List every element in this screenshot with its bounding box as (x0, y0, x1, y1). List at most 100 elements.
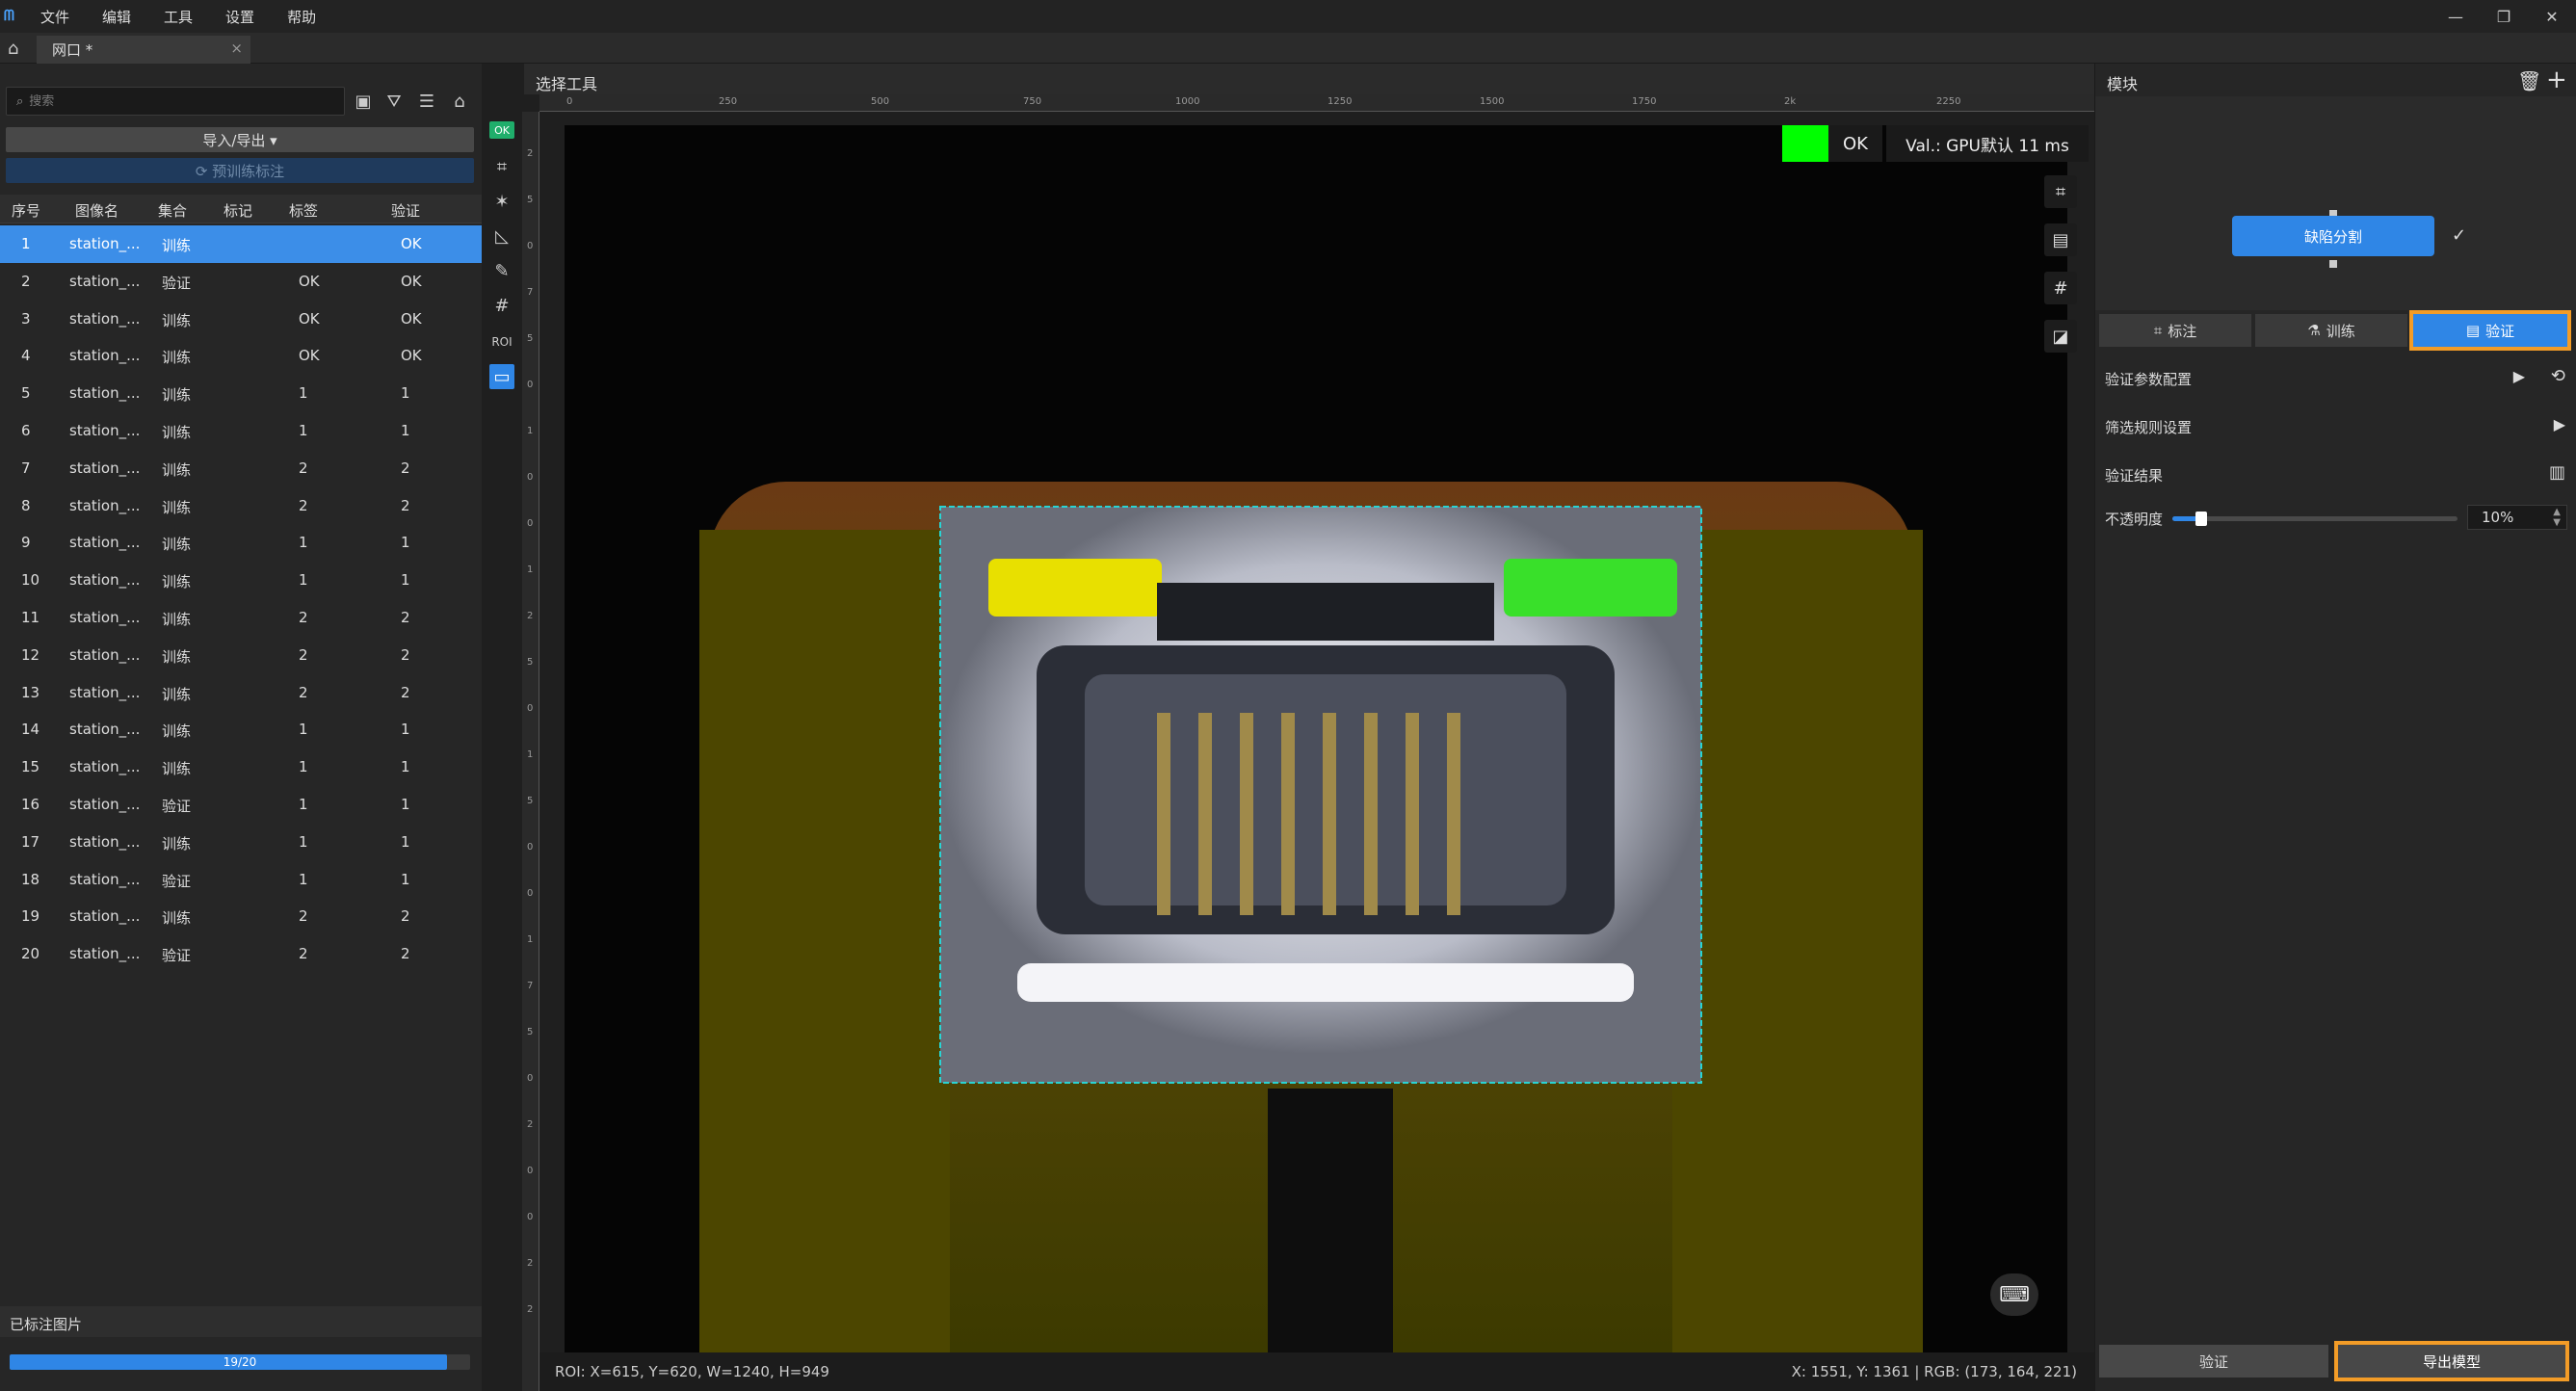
menu-edit[interactable]: 编辑 (102, 7, 131, 27)
module-node-defect-segmentation[interactable]: 缺陷分割 (2232, 216, 2434, 256)
expand-arrow-icon[interactable]: ▶ (2513, 367, 2525, 385)
row-verify: 2 (401, 608, 410, 626)
roi-tool-icon[interactable]: ROI (489, 329, 514, 354)
magic-wand-icon[interactable]: ✶ (489, 189, 514, 214)
chart-icon[interactable]: ▥ (2549, 462, 2565, 483)
ruler-tick-label: 1500 (1480, 96, 1505, 107)
import-export-button[interactable]: 导入/导出 ▾ (6, 127, 474, 152)
list-view-icon[interactable]: ☰ (414, 89, 439, 114)
restore-icon[interactable]: ❐ (2480, 0, 2528, 33)
row-mark: 1 (299, 870, 308, 888)
roi-select-icon[interactable]: ⌗ (2044, 175, 2077, 208)
table-row[interactable]: 6 station_... 训练 1 1 (0, 412, 482, 450)
opacity-slider[interactable] (2172, 512, 2458, 526)
table-row[interactable]: 9 station_... 训练 1 1 (0, 524, 482, 562)
col-mark[interactable]: 标记 (223, 200, 252, 221)
table-row[interactable]: 3 station_... 训练 OK OK (0, 301, 482, 338)
grid-overlay-icon[interactable]: # (2044, 272, 2077, 304)
view-label-icon[interactable]: ▤ (2044, 223, 2077, 256)
table-row[interactable]: 18 station_... 验证 1 1 (0, 861, 482, 899)
folder-icon[interactable]: ⌂ (447, 89, 472, 114)
keyboard-icon[interactable]: ⌨ (1990, 1273, 2038, 1316)
expand-arrow-icon[interactable]: ▶ (2554, 415, 2565, 433)
grid-tool-icon[interactable]: # (489, 293, 514, 318)
module-node-output-port[interactable] (2329, 260, 2337, 268)
table-row[interactable]: 7 station_... 训练 2 2 (0, 450, 482, 487)
polygon-tool-icon[interactable]: ⌗ (489, 154, 514, 179)
tab-annotate[interactable]: ⌗ 标注 (2099, 314, 2251, 347)
tab-close-icon[interactable]: × (230, 39, 243, 57)
col-set[interactable]: 集合 (158, 200, 187, 221)
canvas-header: 选择工具 (524, 64, 2094, 94)
ruler-tick-label: 2 (527, 148, 534, 159)
table-row[interactable]: 15 station_... 训练 1 1 (0, 748, 482, 786)
table-row[interactable]: 11 station_... 训练 2 2 (0, 599, 482, 637)
row-index: 16 (21, 795, 40, 813)
spin-arrows-icon[interactable]: ▲ ▼ (2553, 507, 2561, 528)
menu-file[interactable]: 文件 (40, 7, 69, 27)
col-index[interactable]: 序号 (12, 200, 40, 221)
add-icon[interactable]: + (2546, 66, 2567, 94)
pretrain-label-button[interactable]: ⟳ 预训练标注 (6, 158, 474, 183)
col-image-name[interactable]: 图像名 (75, 200, 118, 221)
table-row[interactable]: 2 station_... 验证 OK OK (0, 263, 482, 301)
tab-verify[interactable]: ▤ 验证 (2409, 310, 2571, 351)
row-set: 验证 (162, 947, 192, 965)
opacity-spinbox[interactable]: 10% ▲ ▼ (2467, 505, 2567, 530)
mask-view-icon[interactable]: ◪ (2044, 320, 2077, 353)
row-set: 训练 (162, 647, 192, 666)
tab-train[interactable]: ⚗ 训练 (2255, 314, 2407, 347)
export-model-button[interactable]: 导出模型 (2334, 1341, 2569, 1381)
search-input[interactable] (29, 93, 319, 109)
table-row[interactable]: 5 station_... 训练 1 1 (0, 375, 482, 412)
ruler-tick-label: 0 (527, 1212, 534, 1222)
table-row[interactable]: 16 station_... 验证 1 1 (0, 786, 482, 824)
table-row[interactable]: 12 station_... 训练 2 2 (0, 637, 482, 674)
eraser-icon[interactable]: ✎ (489, 258, 514, 283)
select-tool-icon[interactable]: ▭ (489, 364, 514, 389)
table-row[interactable]: 10 station_... 训练 1 1 (0, 562, 482, 599)
row-index: 5 (21, 384, 31, 403)
table-row[interactable]: 8 station_... 训练 2 2 (0, 487, 482, 525)
filter-rules-section[interactable]: 筛选规则设置 ▶ (2095, 405, 2576, 447)
verify-button[interactable]: 验证 (2099, 1345, 2328, 1378)
row-index: 17 (21, 832, 40, 851)
row-verify: 2 (401, 645, 410, 664)
verify-params-section[interactable]: 验证参数配置 ▶ ⟲ (2095, 356, 2576, 399)
menu-settings[interactable]: 设置 (225, 7, 254, 27)
table-row[interactable]: 4 station_... 训练 OK OK (0, 337, 482, 375)
image-canvas[interactable] (565, 125, 2067, 1352)
table-row[interactable]: 14 station_... 训练 1 1 (0, 711, 482, 748)
row-mark: 1 (299, 571, 308, 590)
search-box[interactable]: ⌕ (6, 87, 345, 116)
table-row[interactable]: 20 station_... 验证 2 2 (0, 935, 482, 973)
module-panel: 模块 🗑 + 缺陷分割 ✓ ⌗ 标注 ⚗ 训练 ▤ 验证 验证参数配置 ▶ ⟲ 筛选规 (2094, 64, 2576, 1391)
row-mark: OK (299, 272, 320, 290)
row-set: 训练 (162, 834, 192, 853)
ruler-tick-label: 2 (527, 1304, 534, 1315)
history-icon[interactable]: ⟲ (2551, 366, 2565, 386)
row-verify: 1 (401, 870, 410, 888)
table-row[interactable]: 17 station_... 训练 1 1 (0, 824, 482, 861)
opacity-slider-thumb[interactable] (2195, 512, 2207, 526)
table-row[interactable]: 1 station_... 训练 OK (0, 225, 482, 263)
image-view-icon[interactable]: ▣ (351, 89, 376, 114)
ruler-tick-label: 1000 (1175, 96, 1200, 107)
col-verify[interactable]: 验证 (391, 200, 420, 221)
home-icon[interactable]: ⌂ (8, 39, 27, 59)
filter-icon[interactable]: ⛛ (381, 89, 407, 114)
line-tool-icon[interactable]: ◺ (489, 223, 514, 249)
tool-strip: OK ⌗ ✶ ◺ ✎ # ROI ▭ (482, 116, 522, 405)
col-label[interactable]: 标签 (289, 200, 318, 221)
minimize-icon[interactable]: — (2431, 0, 2480, 33)
menu-tools[interactable]: 工具 (164, 7, 193, 27)
row-image-name: station_... (69, 347, 141, 365)
row-index: 7 (21, 459, 31, 477)
trash-icon[interactable]: 🗑 (2517, 69, 2541, 92)
menu-help[interactable]: 帮助 (287, 7, 316, 27)
table-row[interactable]: 19 station_... 训练 2 2 (0, 898, 482, 935)
ok-tool-badge[interactable]: OK (489, 121, 514, 139)
tab-project[interactable]: 网口 * × (37, 36, 250, 64)
close-icon[interactable]: ✕ (2528, 0, 2576, 33)
table-row[interactable]: 13 station_... 训练 2 2 (0, 674, 482, 712)
